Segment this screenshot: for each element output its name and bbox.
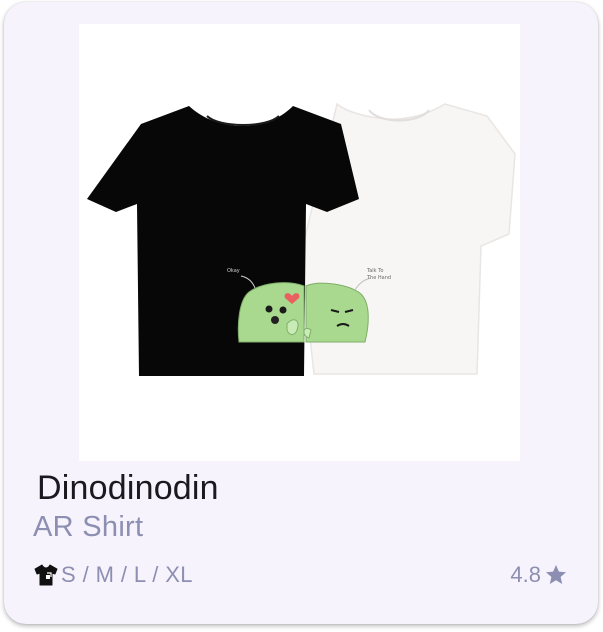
star-icon <box>546 565 566 584</box>
tshirt-icon <box>34 564 58 586</box>
product-category: AR Shirt <box>33 511 144 543</box>
speech-text-right-2: The Hand <box>366 275 391 281</box>
product-image[interactable]: Okay Talk To The Hand <box>79 24 520 461</box>
rating: 4.8 <box>510 560 568 590</box>
sizes-row: S / M / L / XL <box>33 560 193 590</box>
speech-text-right-1: Talk To <box>366 268 383 274</box>
product-name: Dinodinodin <box>37 469 219 507</box>
product-card[interactable]: Okay Talk To The Hand Dinodinodin AR Shi… <box>4 2 598 624</box>
speech-text-left: Okay <box>227 268 240 274</box>
rating-value: 4.8 <box>510 562 541 587</box>
tshirts-illustration: Okay Talk To The Hand <box>87 102 516 376</box>
sizes-text: S / M / L / XL <box>61 562 193 587</box>
right-dino <box>305 282 369 343</box>
